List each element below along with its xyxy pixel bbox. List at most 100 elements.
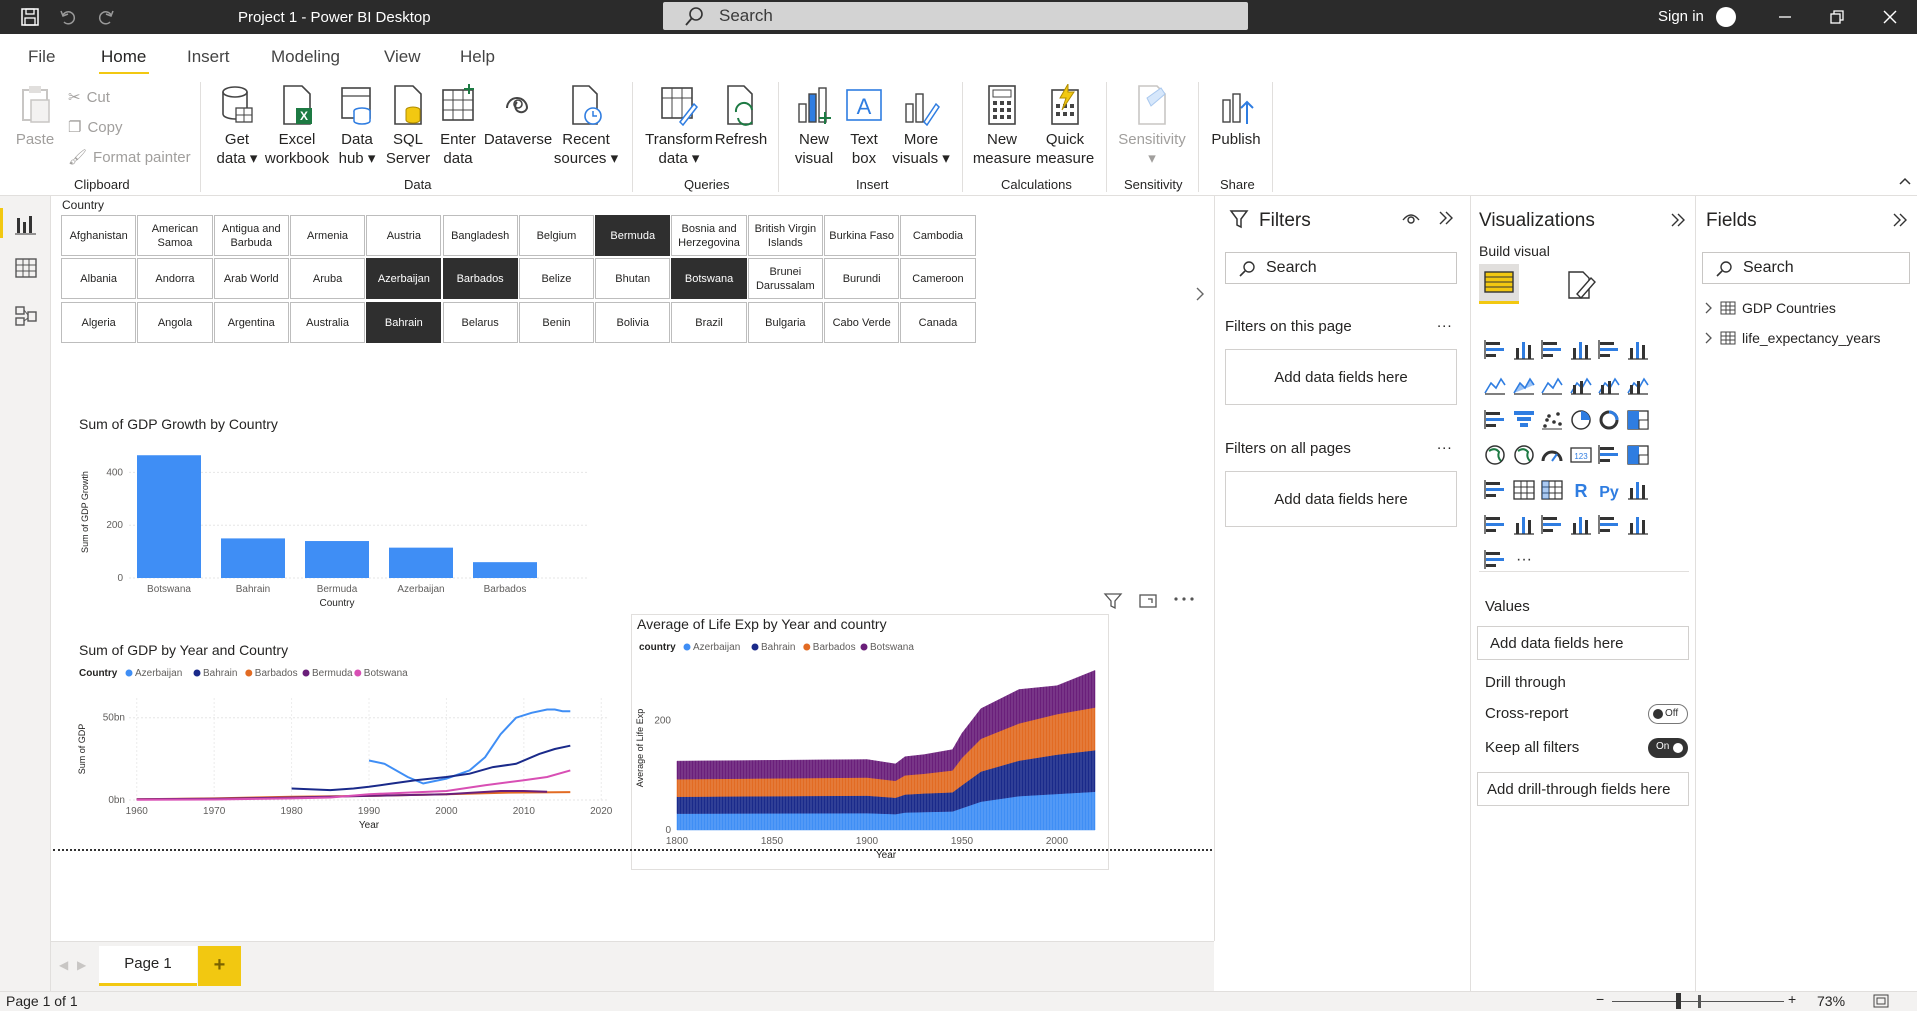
menu-help[interactable]: Help [460, 47, 495, 67]
sensitivity-button[interactable]: Sensitivity ▾ [1116, 84, 1188, 168]
add-page-button[interactable]: + [198, 946, 241, 986]
restore-icon[interactable] [1827, 7, 1847, 27]
build-visual-tab[interactable] [1479, 264, 1519, 304]
excel-workbook-button[interactable]: X Excel workbook [262, 84, 332, 168]
map-icon[interactable] [1483, 443, 1507, 467]
table-icon[interactable] [1512, 478, 1536, 502]
slicer-item[interactable]: Bulgaria [747, 302, 823, 343]
slicer-item[interactable]: Arab World [213, 258, 289, 299]
text-box-button[interactable]: A Text box [842, 84, 886, 168]
line-chart-icon[interactable] [1483, 373, 1507, 397]
new-measure-button[interactable]: New measure [972, 84, 1032, 168]
fit-to-page-icon[interactable] [1873, 994, 1889, 1008]
ribbon-chart-icon[interactable] [1626, 373, 1650, 397]
slicer-item[interactable]: Bhutan [595, 258, 671, 299]
power-apps-icon[interactable] [1626, 513, 1650, 537]
scatter-icon[interactable] [1540, 408, 1564, 432]
slicer-item[interactable]: Benin [518, 302, 595, 343]
dataverse-button[interactable]: Dataverse [482, 84, 554, 149]
slicer-item[interactable]: Bermuda [595, 215, 671, 256]
line-clustered-icon[interactable] [1597, 373, 1621, 397]
zoom-in-button[interactable]: + [1788, 991, 1796, 1007]
slicer-item[interactable]: Cabo Verde [824, 302, 900, 343]
transform-data-button[interactable]: Transform data ▾ [642, 84, 716, 168]
menu-modeling[interactable]: Modeling [271, 47, 340, 67]
redo-icon[interactable] [96, 7, 116, 27]
all-pages-filter-drop-zone[interactable]: Add data fields here [1225, 471, 1457, 527]
slicer-item[interactable]: American Samoa [137, 215, 213, 256]
r-visual-icon[interactable]: R [1569, 478, 1593, 502]
report-page[interactable]: Country Afghanistan American Samoa Antigua… [51, 196, 1214, 941]
slicer-item[interactable]: Botswana [671, 258, 747, 299]
collapse-viz-icon[interactable] [1669, 212, 1687, 228]
slicer-item[interactable]: Cameroon [900, 258, 976, 299]
menu-insert[interactable]: Insert [187, 47, 230, 67]
cross-report-toggle[interactable]: Off [1648, 704, 1688, 724]
more-options-icon[interactable] [1173, 594, 1195, 604]
copy-button[interactable]: ❐ Copy [68, 118, 122, 137]
kpi-icon[interactable] [1626, 443, 1650, 467]
get-data-button[interactable]: Get data ▾ [210, 84, 264, 168]
gdp-line-chart[interactable]: Country Azerbaijan Bahrain Barbados Bermuda B… [69, 662, 639, 852]
slicer-item[interactable]: Armenia [289, 215, 366, 256]
close-icon[interactable] [1880, 7, 1900, 27]
slicer-item[interactable]: Andorra [137, 258, 213, 299]
keep-all-filters-toggle[interactable]: On [1648, 738, 1688, 758]
enter-data-button[interactable]: Enter data [434, 84, 482, 168]
field-table-life-expectancy[interactable]: life_expectancy_years [1704, 330, 1881, 346]
slicer-item[interactable]: Brunei Darussalam [747, 258, 823, 299]
model-view-icon[interactable] [14, 304, 38, 328]
treemap-icon[interactable] [1626, 408, 1650, 432]
stacked-column-icon[interactable] [1512, 338, 1536, 362]
page-filter-drop-zone[interactable]: Add data fields here [1225, 349, 1457, 405]
publish-button[interactable]: Publish [1208, 84, 1264, 149]
100-bar-icon[interactable] [1597, 338, 1621, 362]
slicer-item[interactable]: Angola [137, 302, 213, 343]
eye-icon[interactable] [1401, 210, 1421, 226]
slicer-item[interactable]: Albania [61, 258, 137, 299]
save-icon[interactable] [20, 7, 40, 27]
python-visual-icon[interactable]: Py [1597, 478, 1621, 502]
more-options-icon[interactable]: ... [1437, 436, 1453, 453]
clustered-column-icon[interactable] [1569, 338, 1593, 362]
stacked-bar-icon[interactable] [1483, 338, 1507, 362]
100-column-icon[interactable] [1626, 338, 1650, 362]
power-automate-icon[interactable] [1483, 548, 1507, 572]
slicer-item[interactable]: Argentina [213, 302, 289, 343]
new-visual-button[interactable]: New visual [790, 84, 838, 168]
matrix-icon[interactable] [1540, 478, 1564, 502]
slicer-item[interactable]: Bahrain [366, 302, 442, 343]
slicer-item[interactable]: Antigua and Barbuda [213, 215, 289, 256]
clustered-bar-icon[interactable] [1540, 338, 1564, 362]
area-chart-icon[interactable] [1512, 373, 1536, 397]
menu-file[interactable]: File [28, 47, 55, 67]
more-options-icon[interactable]: ... [1437, 314, 1453, 331]
data-hub-button[interactable]: Data hub ▾ [334, 84, 380, 168]
slicer-item[interactable]: Bosnia and Herzegovina [671, 215, 747, 256]
minimize-icon[interactable] [1775, 7, 1795, 27]
card-icon[interactable]: 123 [1569, 443, 1593, 467]
fields-search-input[interactable]: Search [1702, 252, 1910, 284]
format-visual-tab[interactable] [1563, 268, 1597, 302]
line-column-icon[interactable] [1569, 373, 1593, 397]
pie-icon[interactable] [1569, 408, 1593, 432]
more-visuals-button[interactable]: More visuals ▾ [888, 84, 954, 168]
title-search-box[interactable]: Search [663, 2, 1248, 30]
slicer-item[interactable]: Bolivia [595, 302, 671, 343]
focus-mode-icon[interactable] [1138, 592, 1158, 610]
funnel-icon[interactable] [1512, 408, 1536, 432]
cut-button[interactable]: ✂ Cut [68, 88, 110, 107]
filter-visual-icon[interactable] [1103, 592, 1123, 610]
life-exp-area-chart[interactable]: country Azerbaijan Bahrain Barbados Botswana… [633, 636, 1107, 866]
zoom-out-button[interactable]: − [1596, 991, 1604, 1007]
gauge-icon[interactable] [1540, 443, 1564, 467]
stacked-area-icon[interactable] [1540, 373, 1564, 397]
values-drop-zone[interactable]: Add data fields here [1477, 626, 1689, 660]
slicer-item[interactable]: Brazil [671, 302, 747, 343]
filters-search-input[interactable]: Search [1225, 252, 1457, 284]
next-page-icon[interactable]: ▶ [77, 958, 86, 972]
slicer-item[interactable]: Cambodia [900, 215, 976, 256]
slicer-item[interactable]: Belgium [518, 215, 595, 256]
slicer-item[interactable]: Canada [900, 302, 976, 343]
qa-icon[interactable] [1512, 513, 1536, 537]
